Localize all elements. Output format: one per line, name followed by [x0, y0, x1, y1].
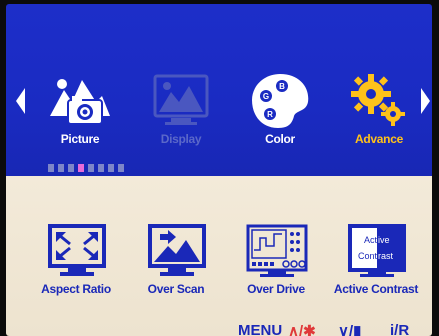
- sub-item-aspect-ratio[interactable]: Aspect Ratio: [26, 224, 126, 304]
- sub-label-active-contrast: Active Contrast: [333, 282, 419, 296]
- menu-item-display[interactable]: Display: [141, 72, 221, 152]
- page-dot: [68, 164, 74, 172]
- footer-key-guide: MENU ∧/✱ ∨/▮ i/R: [238, 322, 432, 336]
- active-contrast-text-left-1: Act: [364, 235, 378, 245]
- next-arrow-icon[interactable]: [421, 88, 430, 114]
- over-drive-icon: [246, 224, 308, 277]
- page-dot: [118, 164, 124, 172]
- page-dot: [108, 164, 114, 172]
- menu-item-color[interactable]: B G R Color: [240, 72, 320, 152]
- page-dot-current: [78, 164, 84, 172]
- color-palette-icon: B G R: [252, 74, 309, 128]
- prev-arrow-icon[interactable]: [16, 88, 25, 114]
- aspect-ratio-icon: [48, 224, 106, 276]
- sub-item-over-drive[interactable]: Over Drive: [226, 224, 326, 304]
- menu-label-color: Color: [265, 132, 295, 146]
- svg-text:B: B: [279, 82, 285, 91]
- footer-up-key: ∧/✱: [288, 323, 316, 336]
- sub-item-over-scan[interactable]: Over Scan: [126, 224, 226, 304]
- menu-label-picture: Picture: [60, 132, 100, 146]
- footer-info-key: i/R: [390, 322, 410, 336]
- display-icon: [153, 74, 209, 125]
- menu-label-advance: Advance: [355, 132, 403, 146]
- page-dot: [58, 164, 64, 172]
- page-dot: [98, 164, 104, 172]
- page-dot: [48, 164, 54, 172]
- active-contrast-text-right-2: rast: [378, 251, 394, 261]
- page-dot: [88, 164, 94, 172]
- menu-label-display: Display: [160, 132, 202, 146]
- svg-text:R: R: [267, 110, 273, 119]
- active-contrast-text-left-2: Cont: [358, 251, 378, 261]
- active-contrast-text-right-1: ive: [378, 235, 390, 245]
- footer-down-key: ∨/▮: [338, 323, 362, 336]
- picture-camera-icon: [50, 79, 110, 125]
- sub-item-active-contrast[interactable]: Act ive Cont rast Active Contrast: [326, 224, 426, 304]
- top-menu-panel: Picture Display B G R Color Advance: [6, 4, 432, 176]
- footer-menu-key: MENU: [238, 322, 283, 336]
- monitor-screen: Picture Display B G R Color Advance Aspe…: [0, 0, 439, 336]
- over-scan-icon: [148, 224, 206, 276]
- menu-item-advance[interactable]: Advance: [339, 72, 419, 152]
- svg-text:G: G: [263, 92, 269, 101]
- active-contrast-icon: Act ive Cont rast: [348, 224, 406, 277]
- menu-item-picture[interactable]: Picture: [40, 72, 120, 152]
- gear-icon: [351, 74, 405, 126]
- osd-menu: Picture Display B G R Color Advance Aspe…: [6, 4, 432, 336]
